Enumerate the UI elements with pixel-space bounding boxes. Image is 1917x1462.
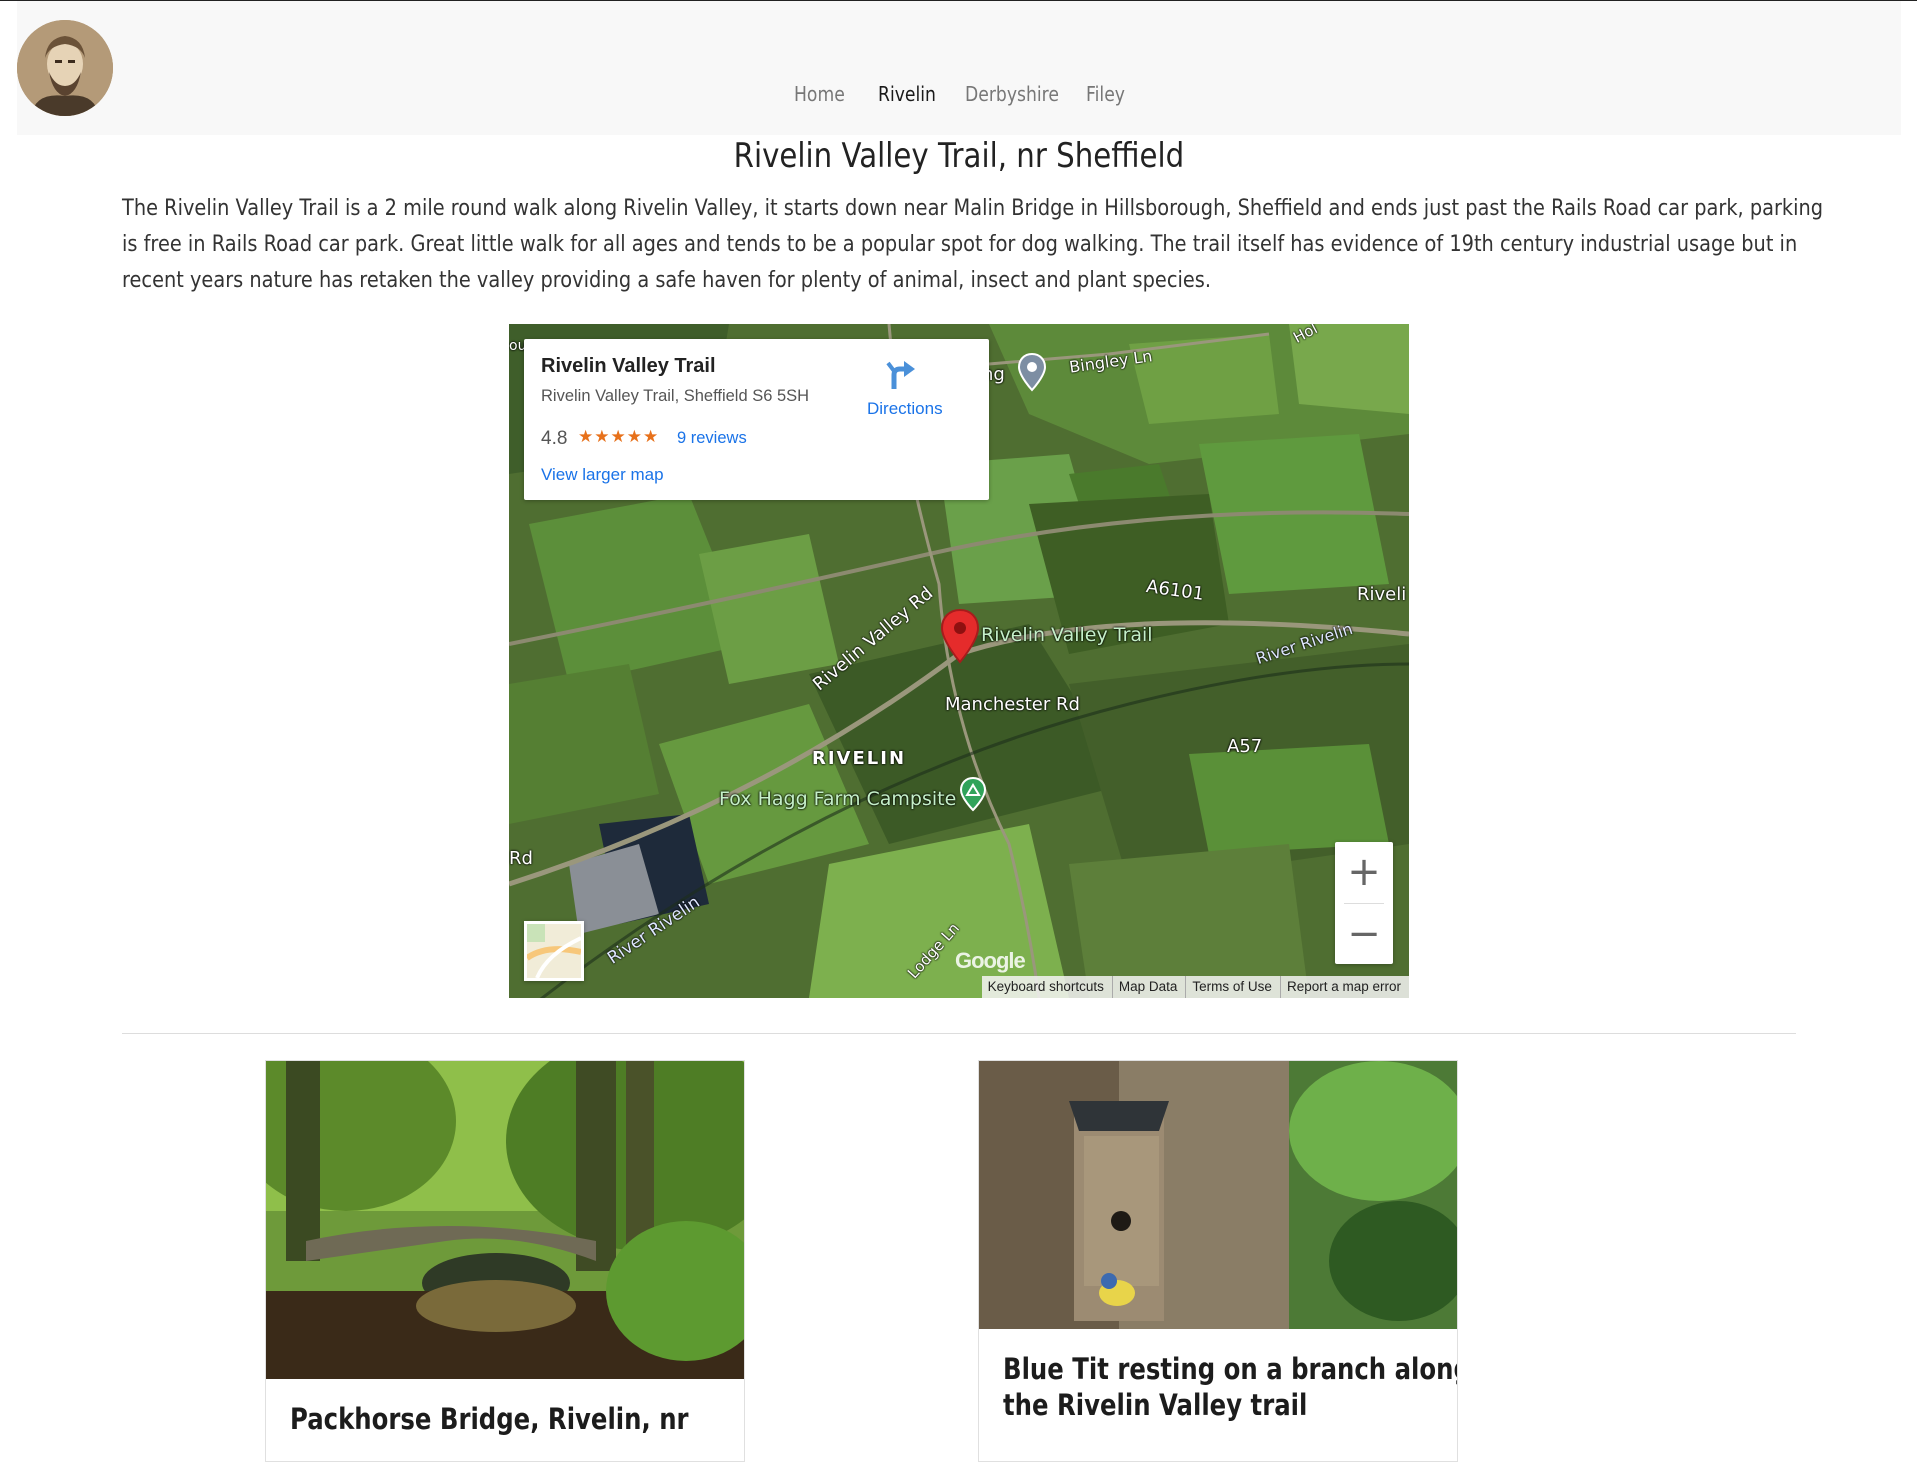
place-info-card: Rivelin Valley Trail Rivelin Valley Trai… — [524, 339, 989, 500]
google-logo: Google — [955, 948, 1026, 973]
nav-home[interactable]: Home — [794, 82, 845, 106]
card-caption: Packhorse Bridge, Rivelin, nr — [290, 1402, 689, 1436]
map-label-a57: A57 — [1227, 736, 1263, 757]
map-label-area: RIVELIN — [812, 748, 907, 769]
embedded-map[interactable]: ling Bingley Ln Hol ou A6101 Riveli Rive… — [509, 324, 1409, 998]
avatar[interactable] — [17, 20, 113, 116]
portrait-image — [17, 20, 113, 116]
zoom-controls: + − — [1335, 842, 1393, 964]
nav-rivelin[interactable]: Rivelin — [878, 82, 936, 106]
zoom-in-button[interactable]: + — [1335, 842, 1393, 902]
map-label-marker: Rivelin Valley Trail — [981, 624, 1153, 646]
map-pin-icon — [1017, 352, 1047, 392]
section-divider — [122, 1033, 1796, 1034]
terms-of-use-link[interactable]: Terms of Use — [1185, 976, 1280, 998]
campsite-pin-icon — [959, 776, 987, 812]
roadmap-thumbnail-icon — [527, 924, 581, 978]
map-attribution-bar: Keyboard shortcuts Map Data Terms of Use… — [981, 976, 1409, 998]
card-caption-line-1: Blue Tit resting on a branch along — [1003, 1352, 1458, 1386]
map-label-rivelin-edge: Riveli — [1357, 584, 1407, 605]
place-address: Rivelin Valley Trail, Sheffield S6 5SH — [541, 387, 810, 405]
directions-link[interactable]: Directions — [867, 399, 943, 419]
photo-card-blue-tit[interactable]: Blue Tit resting on a branch along the R… — [978, 1060, 1458, 1462]
rating-stars-icon: ★★★★★ — [578, 427, 660, 446]
page-title-text: Rivelin Valley Trail, nr Sheffield — [733, 136, 1184, 176]
directions-icon[interactable] — [884, 357, 918, 391]
location-marker-icon[interactable] — [939, 608, 981, 664]
page-description: The Rivelin Valley Trail is a 2 mile rou… — [122, 195, 1824, 293]
place-name: Rivelin Valley Trail — [541, 355, 716, 377]
map-label-rd: Rd — [509, 848, 533, 869]
view-larger-map-link[interactable]: View larger map — [541, 465, 664, 485]
map-label-campsite: Fox Hagg Farm Campsite — [719, 788, 957, 810]
card-caption-line-2: the Rivelin Valley trail — [1003, 1388, 1308, 1422]
zoom-out-button[interactable]: − — [1335, 904, 1393, 964]
nav-derbyshire[interactable]: Derbyshire — [965, 82, 1059, 106]
map-label-manchester-rd: Manchester Rd — [945, 694, 1080, 715]
map-type-toggle[interactable] — [524, 921, 584, 981]
packhorse-bridge-photo — [266, 1061, 744, 1379]
nav-filey[interactable]: Filey — [1086, 82, 1125, 106]
keyboard-shortcuts-link[interactable]: Keyboard shortcuts — [982, 976, 1112, 998]
navbar — [17, 1, 1901, 135]
page-title: Rivelin Valley Trail, nr Sheffield — [0, 136, 1917, 176]
blue-tit-photo — [979, 1061, 1457, 1329]
report-map-error-link[interactable]: Report a map error — [1279, 976, 1409, 998]
photo-card-packhorse-bridge[interactable]: Packhorse Bridge, Rivelin, nr — [265, 1060, 745, 1462]
map-data-link[interactable]: Map Data — [1111, 976, 1186, 998]
place-rating: 4.8 — [541, 428, 568, 449]
reviews-link[interactable]: 9 reviews — [677, 429, 747, 448]
